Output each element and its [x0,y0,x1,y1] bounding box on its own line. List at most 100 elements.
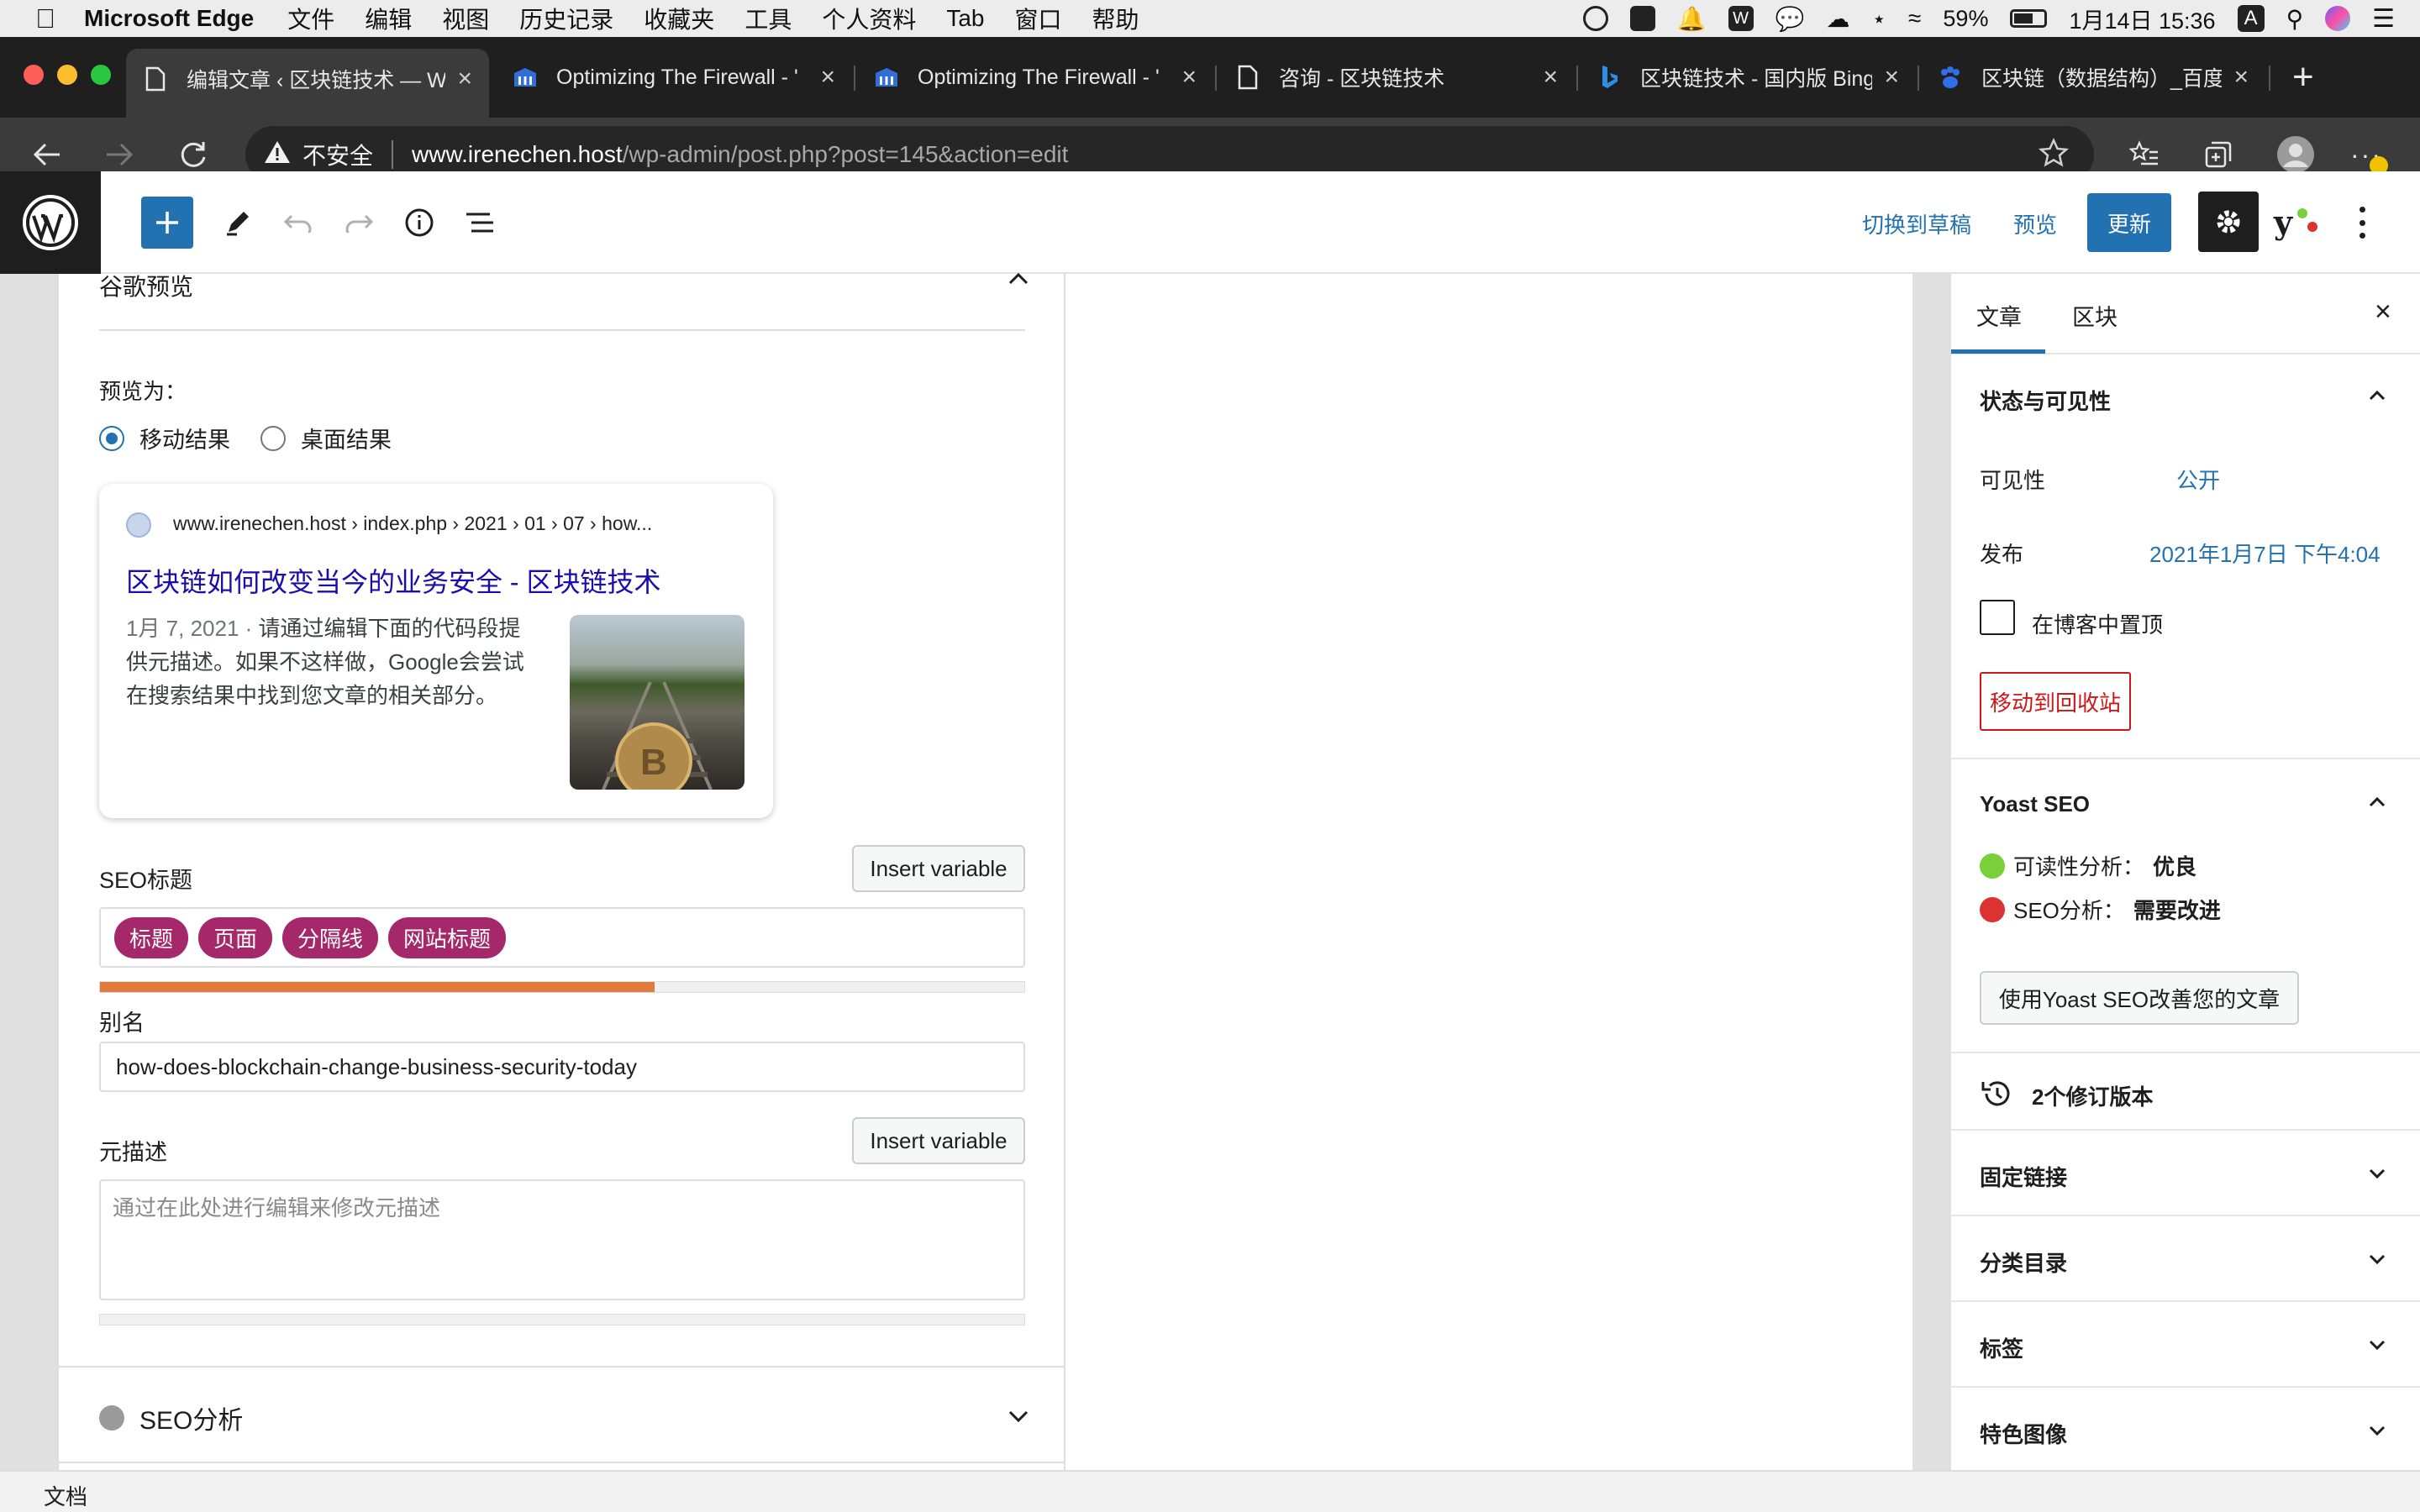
tools-pencil-icon[interactable] [212,197,264,249]
sticky-checkbox[interactable] [1980,600,2015,635]
status-visibility-title[interactable]: 状态与可见性 [1980,385,2111,416]
permalink-title[interactable]: 固定链接 [1980,1161,2067,1192]
tab-block[interactable]: 区块 [2072,299,2118,332]
tab-firewall-1[interactable]: Optimizing The Firewall - ' × [496,50,852,104]
revisions-label[interactable]: 2个修订版本 [2032,1080,2153,1111]
sticky-label[interactable]: 在博客中置顶 [2032,608,2163,639]
menu-item-profile[interactable]: 个人资料 [822,2,916,35]
seo-title-input[interactable]: 标题 页面 分隔线 网站标题 [99,907,1025,968]
move-to-trash-button[interactable]: 移动到回收站 [1980,672,2131,731]
seo-title-insert-variable-button[interactable]: Insert variable [852,845,1025,892]
apple-menu-icon[interactable]:  [35,3,55,34]
tags-panel[interactable]: 标签 [1951,1302,2420,1388]
profile-avatar-icon[interactable] [2274,133,2317,176]
qq-status-icon[interactable] [1582,6,1608,31]
reload-icon[interactable] [171,133,215,176]
new-tab-plus-icon[interactable]: + [2292,59,2314,96]
tab-baidu[interactable]: 区块链（数据结构）_百度百 × [1921,50,2265,104]
permalink-panel[interactable]: 固定链接 [1951,1131,2420,1216]
radio-unchecked-icon[interactable] [260,425,286,451]
battery-icon[interactable] [2010,9,2048,28]
yoast-panel-title[interactable]: Yoast SEO [1980,791,2090,817]
snippet-title[interactable]: 区块链如何改变当今的业务安全 - 区块链技术 [126,561,660,600]
battery-percent[interactable]: 59% [1943,6,1988,32]
menu-item-tab[interactable]: Tab [946,5,984,32]
slug-input[interactable]: how-does-blockchain-change-business-secu… [99,1042,1025,1092]
seo-variable-pill-title[interactable]: 标题 [114,916,189,958]
post-canvas[interactable] [1065,274,1912,1470]
forward-arrow-icon[interactable] [97,133,141,176]
tab-close-icon[interactable]: × [1181,63,1197,92]
tab-close-icon[interactable]: × [1543,63,1558,92]
visibility-value-link[interactable]: 公开 [2176,464,2220,495]
seo-variable-pill-page[interactable]: 页面 [198,916,273,958]
tab-consult[interactable]: 咨询 - 区块链技术 × [1218,50,1575,104]
control-center-icon[interactable]: ☰ [2372,4,2395,34]
chevron-down-icon[interactable] [2368,1421,2386,1440]
seo-variable-pill-sitename[interactable]: 网站标题 [388,916,507,958]
details-info-icon[interactable] [393,197,445,249]
tab-firewall-2[interactable]: Optimizing The Firewall - ' × [857,50,1213,104]
switch-to-draft-button[interactable]: 切换到草稿 [1862,208,1971,239]
settings-gear-icon[interactable] [2198,192,2259,252]
tags-title[interactable]: 标签 [1980,1332,2023,1363]
close-icon[interactable]: × [2375,297,2391,326]
chevron-up-icon[interactable] [2368,386,2386,405]
seo-variable-pill-separator[interactable]: 分隔线 [282,916,379,958]
tab-close-icon[interactable]: × [1884,63,1899,92]
window-minimize-button[interactable] [57,65,77,85]
seo-result[interactable]: SEO分析： 需要改进 [1980,894,2221,925]
list-view-outline-icon[interactable] [454,197,506,249]
wifi-icon[interactable]: ≈ [1908,5,1921,32]
chevron-down-icon[interactable] [2368,1250,2386,1268]
notification-bell-icon[interactable]: 🔔 [1677,5,1707,33]
featured-image-title[interactable]: 特色图像 [1980,1418,2067,1449]
radio-checked-icon[interactable] [99,425,124,451]
window-zoom-button[interactable] [91,65,111,85]
back-arrow-icon[interactable] [25,133,69,176]
menu-item-history[interactable]: 历史记录 [519,2,613,35]
tab-post[interactable]: 文章 [1976,299,2022,332]
google-preview-title[interactable]: 谷歌预览 [99,269,193,302]
menu-item-window[interactable]: 窗口 [1015,2,1062,35]
collections-icon[interactable] [2196,133,2240,176]
url-path[interactable]: /wp-admin/post.php?post=145&action=edit [623,141,1069,168]
tab-close-icon[interactable]: × [457,65,472,93]
siri-icon[interactable] [2325,6,2351,31]
categories-title[interactable]: 分类目录 [1980,1247,2067,1278]
wordpress-logo-icon[interactable] [0,171,101,274]
tab-bing[interactable]: 区块链技术 - 国内版 Bing × [1580,50,1916,104]
preview-button[interactable]: 预览 [2013,208,2057,239]
chevron-down-icon[interactable] [2368,1164,2386,1183]
wps-status-icon[interactable]: W [1728,6,1754,31]
menu-item-help[interactable]: 帮助 [1092,2,1139,35]
collapse-chevron-up-icon[interactable] [1007,267,1030,295]
yoast-icon[interactable]: y [2274,203,2324,245]
menu-item-file[interactable]: 文件 [287,2,334,35]
insecure-label[interactable]: 不安全 [302,138,373,171]
revisions-panel[interactable]: 2个修订版本 [1951,1053,2420,1131]
categories-panel[interactable]: 分类目录 [1951,1216,2420,1302]
menu-item-edit[interactable]: 编辑 [365,2,412,35]
tab-close-icon[interactable]: × [820,63,835,92]
meta-desc-insert-variable-button[interactable]: Insert variable [852,1117,1025,1164]
url-host[interactable]: www.irenechen.host [412,141,623,168]
favorites-bar-icon[interactable] [2123,133,2166,176]
favorite-star-icon[interactable] [2038,137,2070,174]
chevron-down-icon[interactable] [2368,1336,2386,1354]
meta-description-textarea[interactable]: 通过在此处进行编辑来修改元描述 [99,1179,1025,1300]
tab-close-icon[interactable]: × [2233,63,2249,92]
warning-triangle-icon[interactable] [264,140,291,170]
chevron-up-icon[interactable] [2368,793,2386,811]
bluetooth-icon[interactable]: ⋆ [1872,5,1887,33]
menu-item-favorites[interactable]: 收藏夹 [644,2,714,35]
input-method-icon[interactable]: A [2237,5,2265,32]
expand-chevron-down-icon[interactable] [1007,1404,1030,1432]
clock[interactable]: 1月14日 15:36 [2069,3,2215,35]
mobile-result-radio[interactable]: 移动结果 [99,422,230,454]
readability-result[interactable]: 可读性分析： 优良 [1980,850,2196,881]
breadcrumb-document[interactable]: 文档 [44,1480,87,1511]
creative-cloud-icon[interactable]: ☁ [1827,5,1850,33]
undo-icon[interactable] [272,197,324,249]
menu-item-tools[interactable]: 工具 [744,2,792,35]
